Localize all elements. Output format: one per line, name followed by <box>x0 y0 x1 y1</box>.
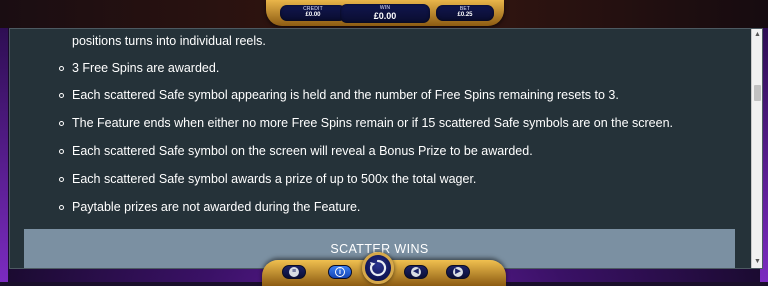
scroll-up-icon[interactable]: ▲ <box>752 29 762 41</box>
spin-icon <box>369 259 387 277</box>
control-bar: ≡ i ◀ ▶ <box>262 252 506 286</box>
scroll-down-icon[interactable]: ▼ <box>752 256 762 268</box>
rules-text: positions turns into individual reels. <box>72 34 266 48</box>
credit-value: £0.00 <box>305 12 321 18</box>
bullet-icon <box>59 93 64 98</box>
bullet-icon <box>59 66 64 71</box>
bullet-icon <box>59 149 64 154</box>
info-icon: i <box>335 267 345 277</box>
scroll-thumb[interactable] <box>754 85 761 101</box>
credit-meter: CREDIT £0.00 <box>280 5 346 21</box>
next-icon: ▶ <box>453 267 463 277</box>
meter-bar: CREDIT £0.00 WIN £0.00 BET £0.25 <box>266 0 504 26</box>
rules-text: Each scattered Safe symbol awards a priz… <box>72 172 477 186</box>
rules-text: 3 Free Spins are awarded. <box>72 61 220 75</box>
menu-icon: ≡ <box>289 267 299 277</box>
next-page-button[interactable]: ▶ <box>446 265 470 279</box>
previous-page-button[interactable]: ◀ <box>404 265 428 279</box>
win-value: £0.00 <box>373 11 397 21</box>
rules-text: Each scattered Safe symbol appearing is … <box>72 88 619 102</box>
bullet-icon <box>59 205 64 210</box>
bullet-icon <box>59 121 64 126</box>
left-frame-edge <box>0 28 8 282</box>
previous-icon: ◀ <box>411 267 421 277</box>
bet-value: £0.25 <box>457 12 473 18</box>
paytable-scrollbar[interactable]: ▲ ▼ <box>751 29 762 268</box>
bullet-icon <box>59 177 64 182</box>
rules-text: Paytable prizes are not awarded during t… <box>72 200 361 214</box>
rules-text: The Feature ends when either no more Fre… <box>72 116 674 130</box>
paytable-content: positions turns into individual reels. 3… <box>24 29 744 268</box>
win-meter: WIN £0.00 <box>340 4 430 23</box>
spin-button[interactable] <box>362 252 394 284</box>
rules-text: Each scattered Safe symbol on the screen… <box>72 144 533 158</box>
paytable-panel[interactable]: positions turns into individual reels. 3… <box>9 28 763 269</box>
menu-button[interactable]: ≡ <box>282 265 306 279</box>
info-button[interactable]: i <box>328 265 352 279</box>
bet-meter[interactable]: BET £0.25 <box>436 5 494 21</box>
